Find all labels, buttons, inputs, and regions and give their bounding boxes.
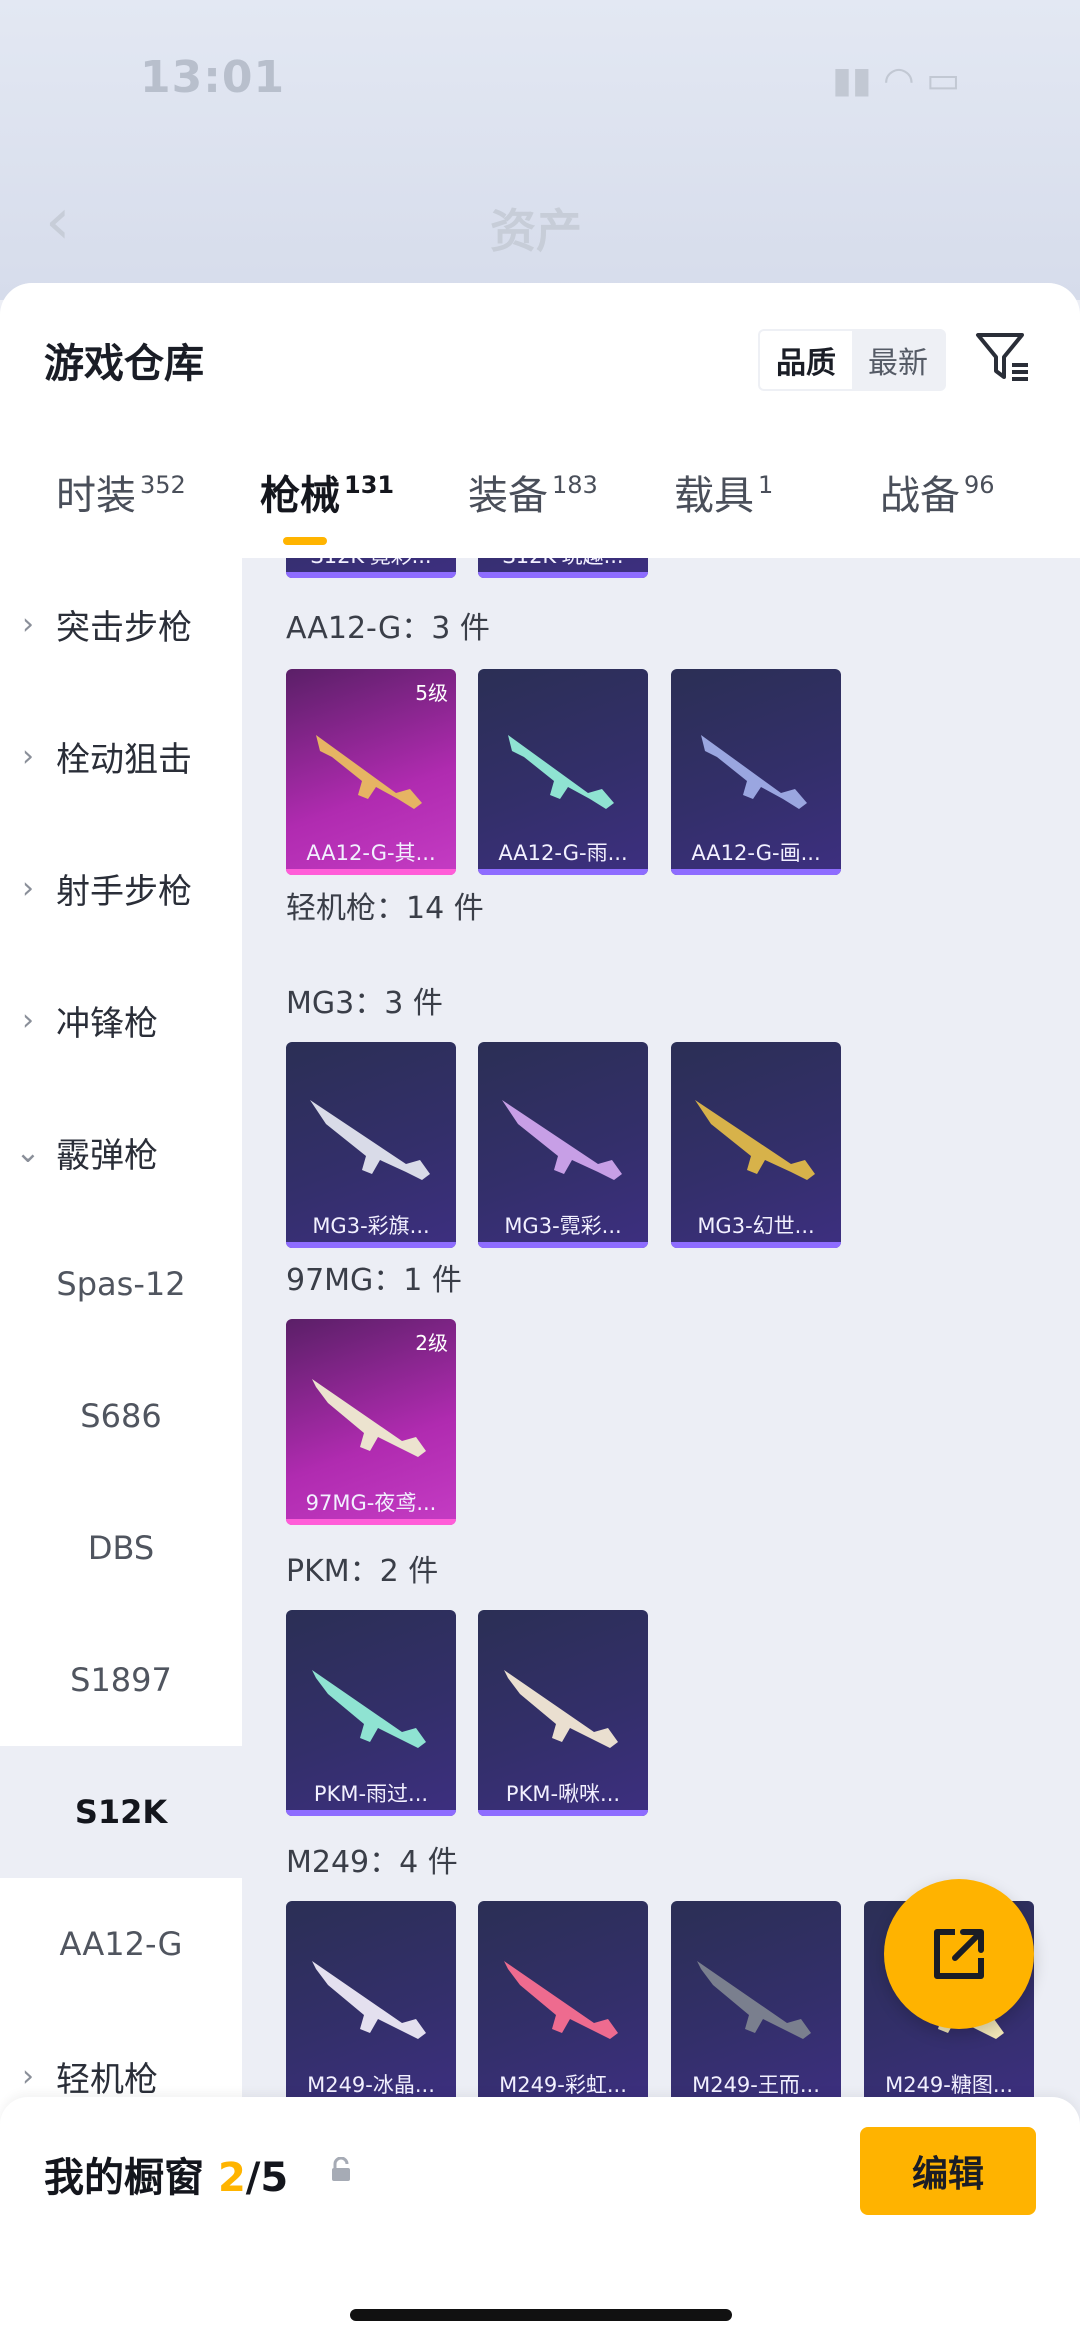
gun-icon xyxy=(508,735,614,809)
sort-quality-button[interactable]: 品质 xyxy=(760,331,852,389)
group-label-lmg: 轻机枪：14 件 xyxy=(286,891,484,926)
sidebar-item-shotgun[interactable]: ⌄ 霰弹枪 xyxy=(0,1086,242,1218)
gun-icon xyxy=(502,1100,622,1180)
level-badge: 2级 xyxy=(415,1331,448,1355)
showcase-current: 2 xyxy=(217,2155,246,2201)
skin-card[interactable]: M249-王而... xyxy=(671,1901,841,2107)
gun-icon xyxy=(701,735,807,809)
chevron-down-icon: ⌄ xyxy=(15,1134,41,1170)
sidebar-item-smg[interactable]: › 冲锋枪 xyxy=(0,954,242,1086)
tab-vehicles[interactable]: 载具 1 xyxy=(674,463,773,521)
card-stripe xyxy=(478,1810,648,1816)
card-stripe xyxy=(286,1519,456,1525)
skin-card[interactable]: S12K-玩趣... xyxy=(478,558,648,578)
gun-icon xyxy=(316,735,422,809)
page-title: 资产 xyxy=(490,204,582,258)
sidebar-item-s12k[interactable]: S12K xyxy=(0,1746,242,1878)
skin-card[interactable]: AA12-G-画... xyxy=(671,669,841,875)
lock-icon xyxy=(332,2157,350,2181)
sidebar-item-aa12g[interactable]: AA12-G xyxy=(0,1878,242,2010)
skin-card[interactable]: MG3-霓彩... xyxy=(478,1042,648,1248)
gun-icon xyxy=(312,1961,426,2039)
showcase-bar: 我的橱窗 2/5 编辑 xyxy=(0,2097,1080,2341)
active-tab-indicator xyxy=(283,537,327,545)
tab-equipment[interactable]: 装备 183 xyxy=(468,463,598,521)
weapon-category-sidebar: › 突击步枪 › 栓动狙击 › 射手步枪 › 冲锋枪 ⌄ 霰弹枪 Spas-12 S686… xyxy=(0,558,242,2341)
chevron-right-icon: › xyxy=(22,1002,34,1038)
chevron-right-icon: › xyxy=(22,870,34,906)
weapon-grid: S12K-霓彩... S12K-玩趣... AA12-G：3 件 5级 AA12… xyxy=(242,558,1080,2341)
share-button[interactable] xyxy=(884,1879,1034,2029)
group-label-mg3: MG3：3 件 xyxy=(286,986,443,1021)
card-stripe xyxy=(671,869,841,875)
sheet-title: 游戏仓库 xyxy=(44,341,204,387)
category-tabs: 时装 352 枪械 131 装备 183 载具 1 战备 96 xyxy=(0,463,1080,558)
app-header-background: 13:01 ▮▮ ◠ ▭ ‹ 资产 xyxy=(0,0,1080,300)
sort-latest-button[interactable]: 最新 xyxy=(852,331,944,389)
skin-card[interactable]: M249-冰晶... xyxy=(286,1901,456,2107)
card-stripe xyxy=(286,1242,456,1248)
skin-card[interactable]: 2级 97MG-夜鸢... xyxy=(286,1319,456,1525)
gun-icon xyxy=(312,1670,426,1748)
status-icons: ▮▮ ◠ ▭ xyxy=(832,60,960,101)
card-stripe xyxy=(286,1810,456,1816)
skin-card[interactable]: MG3-彩旗... xyxy=(286,1042,456,1248)
warehouse-sheet: 游戏仓库 品质 最新 时装 352 枪械 131 装备 183 载具 1 战备 96 › 突… xyxy=(0,283,1080,2341)
showcase-total: /5 xyxy=(245,2155,289,2201)
skin-card[interactable]: S12K-霓彩... xyxy=(286,558,456,578)
sidebar-item-s686[interactable]: S686 xyxy=(0,1350,242,1482)
skin-card[interactable]: AA12-G-雨... xyxy=(478,669,648,875)
sidebar-item-dbs[interactable]: DBS xyxy=(0,1482,242,1614)
gun-icon xyxy=(504,1961,618,2039)
tab-firearms[interactable]: 枪械 131 xyxy=(260,463,394,521)
card-stripe xyxy=(286,869,456,875)
card-stripe xyxy=(286,572,456,578)
home-indicator xyxy=(350,2309,732,2321)
gun-icon xyxy=(310,1100,430,1180)
skin-card[interactable]: M249-彩虹... xyxy=(478,1901,648,2107)
card-stripe xyxy=(478,572,648,578)
filter-icon[interactable] xyxy=(972,327,1034,389)
sheet-header: 游戏仓库 品质 最新 时装 352 枪械 131 装备 183 载具 1 战备 96 xyxy=(0,283,1080,558)
edit-button[interactable]: 编辑 xyxy=(860,2127,1036,2215)
chevron-right-icon: › xyxy=(22,606,34,642)
sort-toggle: 品质 最新 xyxy=(758,329,946,391)
showcase-label: 我的橱窗 2/5 xyxy=(44,2155,289,2201)
sidebar-item-assault-rifle[interactable]: › 突击步枪 xyxy=(0,558,242,690)
tab-fashion[interactable]: 时装 352 xyxy=(56,463,186,521)
gun-icon xyxy=(504,1670,618,1748)
chevron-right-icon: › xyxy=(22,738,34,774)
card-stripe xyxy=(671,1242,841,1248)
gun-icon xyxy=(695,1100,815,1180)
status-time: 13:01 xyxy=(140,52,286,103)
skin-card[interactable]: PKM-啾咪... xyxy=(478,1610,648,1816)
skin-card[interactable]: MG3-幻世... xyxy=(671,1042,841,1248)
skin-card[interactable]: PKM-雨过... xyxy=(286,1610,456,1816)
group-label-97mg: 97MG：1 件 xyxy=(286,1263,462,1298)
chevron-right-icon: › xyxy=(22,2058,34,2094)
share-icon xyxy=(934,1929,984,1979)
level-badge: 5级 xyxy=(415,681,448,705)
gun-icon xyxy=(312,1379,426,1457)
card-stripe xyxy=(478,869,648,875)
group-label-aa12g: AA12-G：3 件 xyxy=(286,611,490,646)
sidebar-item-bolt-sniper[interactable]: › 栓动狙击 xyxy=(0,690,242,822)
gun-icon xyxy=(697,1961,811,2039)
sidebar-item-marksman-rifle[interactable]: › 射手步枪 xyxy=(0,822,242,954)
skin-card[interactable]: 5级 AA12-G-其... xyxy=(286,669,456,875)
tab-supplies[interactable]: 战备 96 xyxy=(880,463,995,521)
group-label-m249: M249：4 件 xyxy=(286,1845,458,1880)
sidebar-item-spas12[interactable]: Spas-12 xyxy=(0,1218,242,1350)
sidebar-item-s1897[interactable]: S1897 xyxy=(0,1614,242,1746)
card-stripe xyxy=(478,1242,648,1248)
back-arrow-icon[interactable]: ‹ xyxy=(45,190,71,254)
group-label-pkm: PKM：2 件 xyxy=(286,1554,439,1589)
